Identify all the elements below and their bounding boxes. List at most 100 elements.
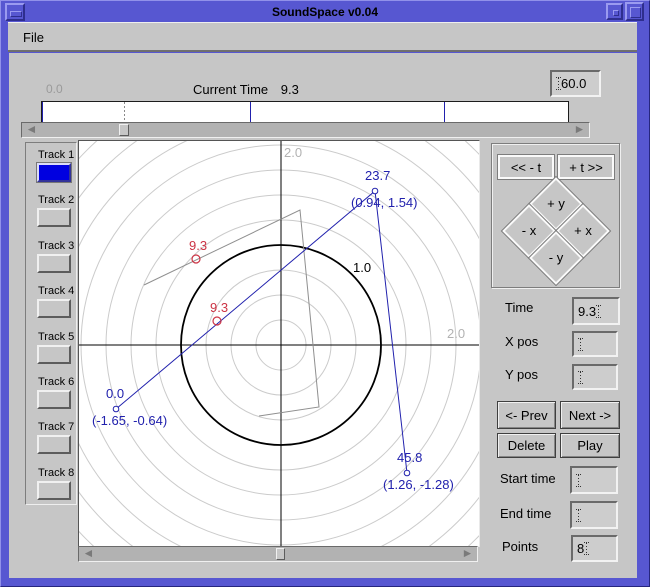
text-cursor-icon: [578, 371, 583, 384]
main-content: 0.0 Current Time 9.3 60.0 ◄ ► Track 1Tra…: [9, 53, 637, 578]
text-cursor-icon: [578, 338, 583, 351]
time-scrollbar[interactable]: ◄ ►: [21, 122, 590, 138]
ghost-track-path: [144, 210, 319, 416]
selected-track-path: [116, 191, 407, 473]
track-select-button[interactable]: [37, 208, 71, 227]
track-row: Track 2: [37, 194, 74, 227]
track-select-button[interactable]: [37, 390, 71, 409]
end-time-input[interactable]: [570, 501, 618, 529]
point-time-label: 23.7: [365, 168, 390, 183]
time-forward-button[interactable]: + t >>: [558, 155, 614, 179]
scroll-left-icon[interactable]: ◄: [24, 123, 39, 136]
track-label: Track 8: [38, 467, 74, 479]
current-pos-label: 9.3: [189, 238, 207, 253]
ring-label: 2.0: [447, 326, 465, 341]
duration-input[interactable]: 60.0: [550, 70, 601, 97]
time-field-label: Time: [505, 300, 533, 315]
timeline-start-label: 0.0: [46, 82, 63, 96]
track-row: Track 3: [37, 240, 74, 273]
x-pos-label: X pos: [505, 334, 538, 349]
menu-file[interactable]: File: [17, 29, 50, 46]
points-value: 8: [577, 541, 584, 556]
track-select-button[interactable]: [37, 435, 71, 454]
current-time-readout: Current Time 9.3: [193, 82, 299, 97]
y-pos-input[interactable]: [572, 364, 618, 390]
time-field-value: 9.3: [578, 304, 596, 319]
nav-cluster: << - t + t >> + y - x + x - y: [491, 143, 620, 288]
points-label: Points: [502, 539, 538, 554]
prev-point-button[interactable]: <- Prev: [497, 401, 556, 429]
track-select-button[interactable]: [37, 481, 71, 500]
spatial-canvas-svg[interactable]: 0.0 (-1.65, -0.64) 23.7 (0.94, 1.54) 45.8 (1.…: [79, 141, 479, 546]
track-label: Track 2: [38, 194, 74, 206]
scroll-right-icon[interactable]: ►: [460, 547, 475, 560]
maximize-button[interactable]: [625, 2, 644, 21]
ring-label: 2.0: [284, 145, 302, 160]
point-time-label: 0.0: [106, 386, 124, 401]
nudge-minus-x-label: - x: [509, 223, 549, 238]
track-select-button[interactable]: [37, 345, 71, 364]
duration-value: 60.0: [561, 76, 586, 91]
menubar: File: [8, 22, 637, 52]
track-select-button[interactable]: [37, 163, 71, 182]
time-scrollbar-thumb[interactable]: [119, 124, 129, 136]
start-time-label: Start time: [500, 471, 556, 486]
path-point[interactable]: [404, 470, 410, 476]
canvas-scrollbar[interactable]: ◄ ►: [78, 546, 478, 562]
plot-canvas[interactable]: 0.0 (-1.65, -0.64) 23.7 (0.94, 1.54) 45.8 (1.…: [78, 140, 480, 547]
track-label: Track 4: [38, 285, 74, 297]
track-row: Track 6: [37, 376, 74, 409]
timeline-point-mark: [250, 102, 251, 122]
current-time-value: 9.3: [281, 82, 299, 97]
text-cursor-icon: [556, 77, 561, 90]
text-cursor-icon: [584, 542, 589, 555]
timeline-point-mark: [42, 102, 43, 122]
track-select-button[interactable]: [37, 299, 71, 318]
nudge-plus-y-label: + y: [536, 196, 576, 211]
minimize-button[interactable]: [606, 3, 623, 20]
point-coord-label: (0.94, 1.54): [351, 195, 418, 210]
canvas-scrollbar-thumb[interactable]: [276, 548, 285, 560]
point-time-label: 45.8: [397, 450, 422, 465]
y-pos-label: Y pos: [505, 367, 538, 382]
next-point-button[interactable]: Next ->: [560, 401, 620, 429]
track-row: Track 8: [37, 467, 74, 500]
window-title: SoundSpace v0.04: [2, 5, 648, 19]
scroll-right-icon[interactable]: ►: [572, 123, 587, 136]
time-back-button[interactable]: << - t: [498, 155, 554, 179]
nudge-minus-y-label: - y: [536, 250, 576, 265]
current-time-heading: Current Time: [193, 82, 268, 97]
text-cursor-icon: [576, 474, 581, 487]
track-row: Track 7: [37, 421, 74, 454]
start-time-input[interactable]: [570, 466, 618, 494]
track-panel: Track 1 Track 2 Track 3 Track 4 Track 5 Track…: [25, 142, 77, 505]
track-row: Track 1: [37, 149, 74, 182]
track-label: Track 6: [38, 376, 74, 388]
track-row: Track 4: [37, 285, 74, 318]
scroll-left-icon[interactable]: ◄: [81, 547, 96, 560]
timeline-current-mark: [124, 102, 125, 122]
points-input[interactable]: 8: [571, 535, 618, 562]
path-point[interactable]: [113, 406, 119, 412]
timeline-point-mark: [444, 102, 445, 122]
timeline-bar[interactable]: [41, 101, 569, 123]
path-point[interactable]: [372, 188, 378, 194]
x-pos-input[interactable]: [572, 331, 618, 357]
text-cursor-icon: [596, 305, 601, 318]
current-pos-label: 9.3: [210, 300, 228, 315]
point-coord-label: (-1.65, -0.64): [92, 413, 167, 428]
play-button[interactable]: Play: [560, 433, 620, 458]
track-label: Track 7: [38, 421, 74, 433]
track-label: Track 3: [38, 240, 74, 252]
nudge-plus-x-label: + x: [563, 223, 603, 238]
ring-label: 1.0: [353, 260, 371, 275]
minimize-icon: [613, 10, 619, 16]
time-field-input[interactable]: 9.3: [572, 297, 620, 325]
delete-button[interactable]: Delete: [497, 433, 556, 458]
titlebar[interactable]: SoundSpace v0.04: [2, 2, 648, 22]
point-coord-label: (1.26, -1.28): [383, 477, 454, 492]
maximize-icon: [630, 7, 641, 18]
track-label: Track 5: [38, 331, 74, 343]
track-row: Track 5: [37, 331, 74, 364]
track-select-button[interactable]: [37, 254, 71, 273]
